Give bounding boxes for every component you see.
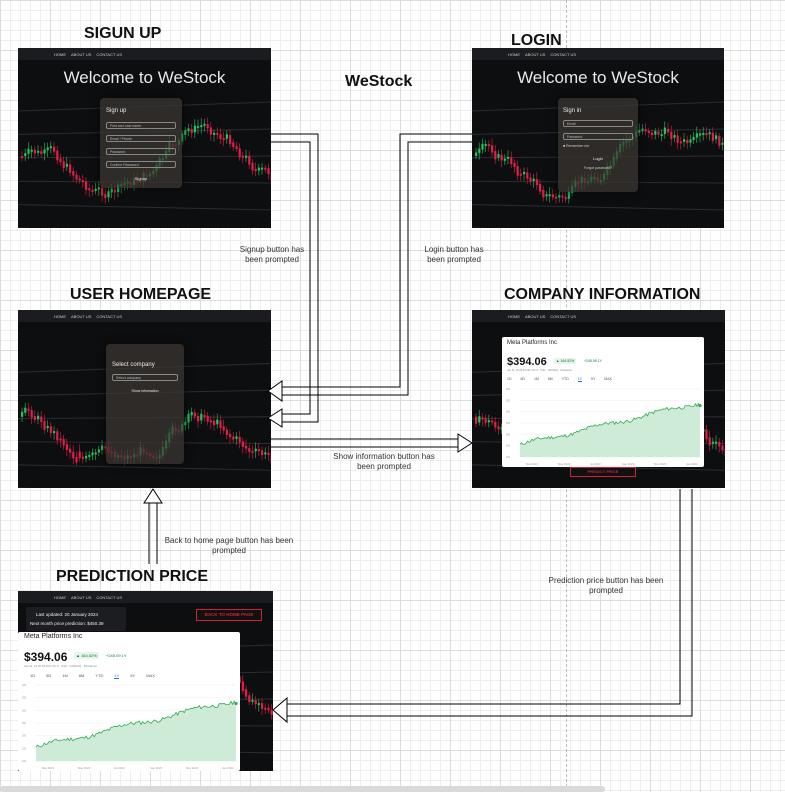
show-info-flow-arrow xyxy=(271,433,473,453)
signup-connector-label: Signup button has been prompted xyxy=(239,245,305,264)
show-info-connector-label: Show information button has been prompte… xyxy=(333,452,435,471)
back-home-connector-label: Back to home page button has been prompt… xyxy=(164,536,294,555)
login-connector-label: Login button has been prompted xyxy=(424,245,484,264)
predict-connector-label: Prediction price button has been prompte… xyxy=(548,576,664,595)
horizontal-scrollbar[interactable] xyxy=(0,786,605,792)
predict-flow-arrow xyxy=(272,489,693,724)
signup-flow-arrow xyxy=(267,133,319,428)
login-flow-arrow xyxy=(267,133,472,402)
flow-arrows xyxy=(143,133,693,724)
